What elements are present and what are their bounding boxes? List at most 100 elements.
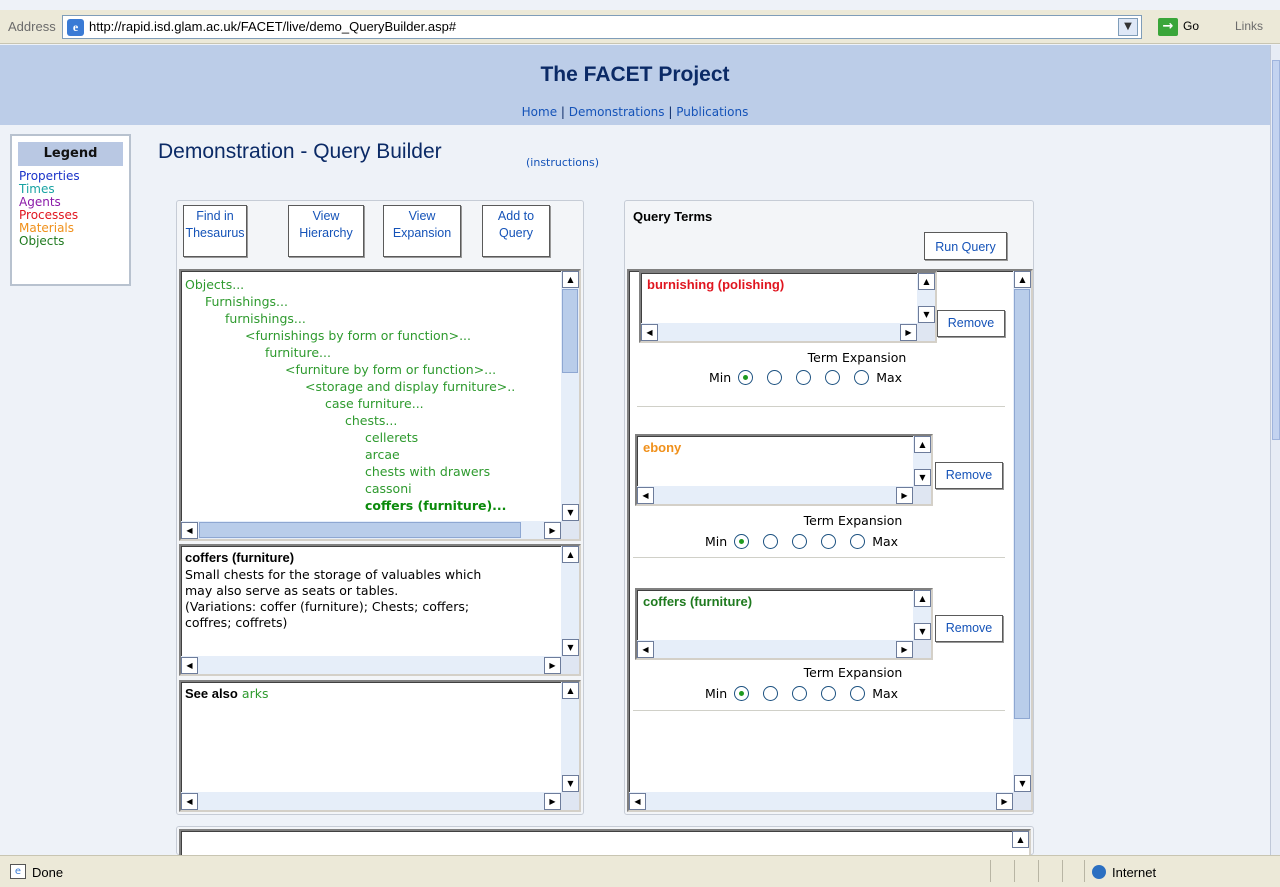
scroll-up-icon[interactable]: ▲ [914,436,931,453]
tree-node[interactable]: arcae [365,447,400,462]
expansion-radio-2[interactable] [763,686,779,701]
tree-node[interactable]: furnishings... [225,311,306,326]
tree-node[interactable]: <furniture by form or function>... [285,362,496,377]
scroll-thumb[interactable] [562,289,578,373]
horizontal-scrollbar[interactable]: ◀ ▶ [181,792,561,810]
scroll-right-icon[interactable]: ▶ [544,657,561,674]
expansion-radio-3[interactable] [796,370,812,385]
tree-node-selected[interactable]: coffers (furniture)... [365,498,506,513]
hierarchy-box[interactable]: Objects... Furnishings... furnishings...… [179,269,581,541]
scroll-left-icon[interactable]: ◀ [641,324,658,341]
vertical-scrollbar[interactable]: ▲ ▼ [917,273,935,323]
chevron-down-icon[interactable]: ▼ [1118,18,1138,36]
scroll-up-icon[interactable]: ▲ [562,546,579,563]
scroll-down-icon[interactable]: ▼ [562,639,579,656]
scroll-down-icon[interactable]: ▼ [562,775,579,792]
tree-node[interactable]: cassoni [365,481,412,496]
expansion-radio-4[interactable] [821,534,837,549]
view-hierarchy-button[interactable]: View Hierarchy [288,205,364,257]
scroll-right-icon[interactable]: ▶ [996,793,1013,810]
term-box: coffers (furniture) ▲ ▼ ◀ ▶ [635,588,933,660]
go-button[interactable]: Go [1183,19,1199,33]
scroll-thumb[interactable] [1014,289,1030,719]
scroll-left-icon[interactable]: ◀ [181,522,198,539]
scroll-left-icon[interactable]: ◀ [181,657,198,674]
expansion-radio-1[interactable] [738,370,754,385]
add-to-query-button[interactable]: Add to Query [482,205,550,257]
remove-button[interactable]: Remove [937,310,1005,337]
expansion-radio-1[interactable] [734,534,750,549]
scroll-right-icon[interactable]: ▶ [900,324,917,341]
vertical-scrollbar[interactable]: ▲ ▼ [561,546,579,656]
horizontal-scrollbar[interactable]: ◀ ▶ [181,656,561,674]
tree-node[interactable]: furniture... [265,345,331,360]
scroll-left-icon[interactable]: ◀ [637,641,654,658]
remove-button[interactable]: Remove [935,615,1003,642]
vertical-scrollbar[interactable]: ▲ ▼ [561,271,579,521]
expansion-radio-4[interactable] [825,370,841,385]
scroll-left-icon[interactable]: ◀ [629,793,646,810]
horizontal-scrollbar[interactable]: ◀ ▶ [629,792,1013,810]
remove-button[interactable]: Remove [935,462,1003,489]
run-query-button[interactable]: Run Query [924,232,1007,260]
scroll-up-icon[interactable]: ▲ [562,271,579,288]
links-label[interactable]: Links [1235,19,1263,33]
expansion-radio-2[interactable] [763,534,779,549]
vertical-scrollbar[interactable]: ▲ ▼ [561,682,579,792]
url-field[interactable]: e http://rapid.isd.glam.ac.uk/FACET/live… [62,15,1142,39]
scroll-left-icon[interactable]: ◀ [637,487,654,504]
find-in-thesaurus-button[interactable]: Find in Thesaurus [183,205,247,257]
definition-text: Small chests for the storage of valuable… [185,567,481,631]
status-divider [1014,860,1015,882]
expansion-radio-5[interactable] [854,370,870,385]
expansion-radio-4[interactable] [821,686,837,701]
tree-node[interactable]: Objects... [185,277,244,292]
scroll-down-icon[interactable]: ▼ [914,623,931,640]
scroll-right-icon[interactable]: ▶ [896,641,913,658]
scroll-right-icon[interactable]: ▶ [896,487,913,504]
scroll-right-icon[interactable]: ▶ [544,522,561,539]
scroll-down-icon[interactable]: ▼ [562,504,579,521]
scroll-down-icon[interactable]: ▼ [918,306,935,323]
tree-node[interactable]: chests with drawers [365,464,490,479]
scroll-right-icon[interactable]: ▶ [544,793,561,810]
nav-demonstrations[interactable]: Demonstrations [569,105,665,119]
nav-home[interactable]: Home [522,105,557,119]
horizontal-scrollbar[interactable]: ◀ ▶ [637,486,913,504]
scroll-up-icon[interactable]: ▲ [1014,271,1031,288]
tree-node[interactable]: <furnishings by form or function>... [245,328,471,343]
view-expansion-button[interactable]: View Expansion [383,205,461,257]
expansion-radio-3[interactable] [792,534,808,549]
vertical-scrollbar[interactable]: ▲ ▼ [913,590,931,640]
tree-node[interactable]: chests... [345,413,397,428]
go-arrow-icon[interactable]: → [1158,18,1178,36]
page-scrollbar[interactable] [1270,45,1280,855]
expansion-radio-5[interactable] [850,686,866,701]
scroll-down-icon[interactable]: ▼ [1014,775,1031,792]
horizontal-scrollbar[interactable]: ◀ ▶ [181,521,561,539]
expansion-radio-2[interactable] [767,370,783,385]
vertical-scrollbar[interactable]: ▲ ▼ [913,436,931,486]
see-also-link[interactable]: arks [242,686,269,701]
scroll-up-icon[interactable]: ▲ [914,590,931,607]
horizontal-scrollbar[interactable]: ◀ ▶ [637,640,913,658]
scroll-up-icon[interactable]: ▲ [918,273,935,290]
tree-node[interactable]: Furnishings... [205,294,288,309]
nav-publications[interactable]: Publications [676,105,748,119]
tree-node[interactable]: cellerets [365,430,418,445]
scroll-thumb[interactable] [199,522,521,538]
expansion-radio-1[interactable] [734,686,750,701]
scroll-down-icon[interactable]: ▼ [914,469,931,486]
scroll-left-icon[interactable]: ◀ [181,793,198,810]
expansion-radio-3[interactable] [792,686,808,701]
page-title: Demonstration - Query Builder [158,140,442,163]
scroll-up-icon[interactable]: ▲ [562,682,579,699]
scroll-up-icon[interactable]: ▲ [1012,831,1029,848]
expansion-radio-5[interactable] [850,534,866,549]
page-scroll-thumb[interactable] [1272,60,1280,440]
horizontal-scrollbar[interactable]: ◀ ▶ [641,323,917,341]
tree-node[interactable]: case furniture... [325,396,424,411]
instructions-link[interactable]: (instructions) [526,156,599,169]
vertical-scrollbar[interactable]: ▲ ▼ [1013,271,1031,792]
tree-node[interactable]: <storage and display furniture>.. [305,379,515,394]
